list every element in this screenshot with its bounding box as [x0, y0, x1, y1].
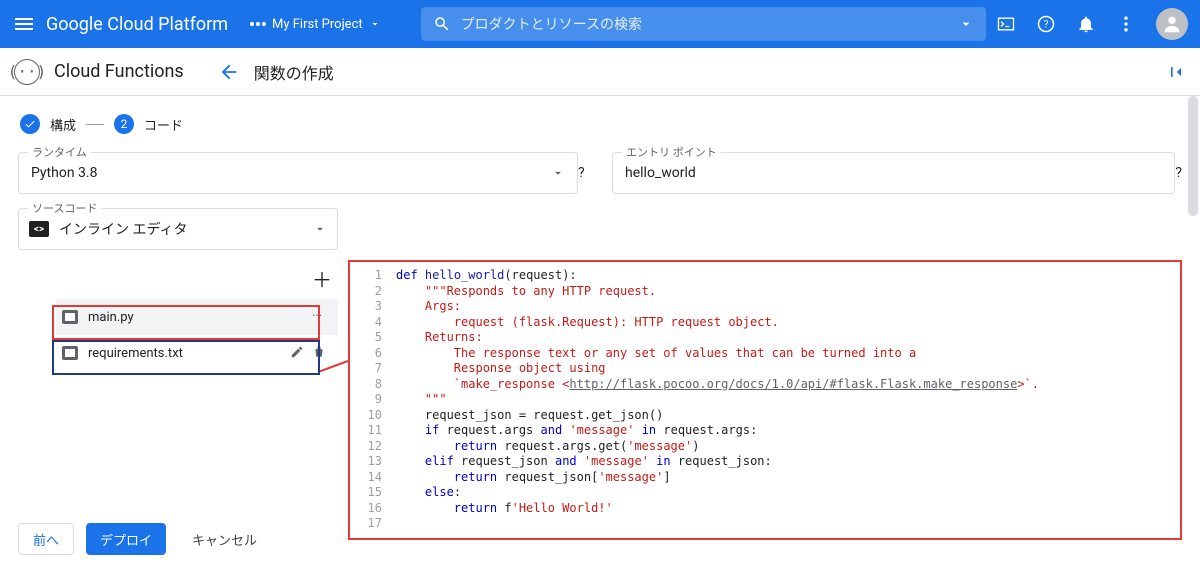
project-name: My First Project	[272, 17, 363, 32]
project-dots-icon	[250, 22, 266, 26]
deploy-button[interactable]: デプロイ	[86, 523, 166, 555]
arrow-back-icon	[218, 61, 240, 83]
main-area: ＋ main.py ··· requirements.txt 123456789…	[0, 250, 1200, 540]
file-icon	[62, 310, 78, 324]
cancel-button[interactable]: キャンセル	[178, 523, 271, 555]
page-title: 関数の作成	[254, 60, 334, 84]
search-input[interactable]	[461, 16, 948, 32]
add-file-button[interactable]: ＋	[312, 264, 332, 293]
code-content[interactable]: def hello_world(request): """Responds to…	[350, 262, 1180, 538]
notifications-icon[interactable]	[1076, 14, 1096, 34]
step1-check-icon[interactable]	[20, 114, 40, 134]
file-item-main-py[interactable]: main.py ···	[56, 299, 338, 335]
topbar: Google Cloud Platform My First Project ?	[0, 0, 1200, 48]
collapse-icon	[1166, 62, 1186, 82]
more-vert-icon[interactable]	[1116, 14, 1136, 34]
help-icon[interactable]: ?	[1036, 14, 1056, 34]
back-button[interactable]	[218, 61, 240, 83]
code-icon: <>	[29, 221, 49, 237]
runtime-field: ランタイム Python 3.8	[18, 152, 578, 194]
person-icon	[1161, 13, 1183, 35]
brand-name[interactable]: Google Cloud Platform	[46, 14, 228, 35]
runtime-help-icon[interactable]: ?	[578, 165, 585, 181]
bottom-bar: 前へ デプロイ キャンセル	[18, 523, 271, 555]
entrypoint-value: hello_world	[625, 165, 1162, 181]
entrypoint-field: エントリ ポイント hello_world	[612, 152, 1175, 194]
menu-icon[interactable]	[12, 12, 36, 36]
more-icon[interactable]: ···	[312, 309, 328, 325]
runtime-value: Python 3.8	[31, 165, 551, 181]
stepper-line	[86, 124, 104, 125]
file-icon	[62, 346, 78, 360]
file-name: requirements.txt	[88, 346, 183, 361]
code-editor[interactable]: 1234567891011121314151617 def hello_worl…	[348, 260, 1182, 540]
cloud-shell-icon[interactable]	[996, 14, 1016, 34]
delete-icon[interactable]	[312, 345, 328, 361]
top-utility-icons: ?	[996, 8, 1188, 40]
scrollbar[interactable]	[1188, 96, 1198, 216]
entrypoint-label: エントリ ポイント	[622, 144, 721, 160]
runtime-label: ランタイム	[28, 144, 91, 160]
source-label: ソースコード	[28, 200, 101, 216]
source-row: ソースコード <> インライン エディタ	[0, 194, 1200, 250]
cloud-functions-logo-icon: (··)	[14, 59, 40, 85]
source-field: ソースコード <> インライン エディタ	[18, 208, 338, 250]
back-button[interactable]: 前へ	[18, 523, 74, 555]
chevron-down-icon[interactable]	[958, 16, 974, 32]
caret-down-icon	[369, 18, 381, 30]
project-picker[interactable]: My First Project	[250, 17, 381, 32]
entrypoint-help-icon[interactable]: ?	[1175, 165, 1182, 181]
svg-text:?: ?	[1044, 19, 1049, 30]
source-value: インライン エディタ	[59, 219, 188, 239]
file-item-requirements[interactable]: requirements.txt	[56, 335, 338, 371]
file-name: main.py	[88, 310, 134, 325]
line-gutter: 1234567891011121314151617	[350, 262, 390, 538]
caret-down-icon	[313, 222, 327, 236]
step1-label[interactable]: 構成	[50, 115, 76, 134]
stepper: 構成 2 コード	[0, 96, 1200, 152]
file-list: main.py ··· requirements.txt	[18, 299, 338, 371]
search-icon	[433, 15, 451, 33]
editor-highlight-box: 1234567891011121314151617 def hello_worl…	[348, 260, 1182, 540]
edit-icon[interactable]	[290, 345, 306, 361]
step2-label[interactable]: コード	[144, 115, 183, 134]
runtime-select[interactable]: Python 3.8	[18, 152, 578, 194]
avatar[interactable]	[1156, 8, 1188, 40]
caret-down-icon	[551, 166, 565, 180]
search-box[interactable]	[421, 7, 986, 41]
service-name[interactable]: Cloud Functions	[54, 61, 184, 82]
service-bar: (··) Cloud Functions 関数の作成	[0, 48, 1200, 96]
collapse-panel-button[interactable]	[1166, 62, 1186, 82]
file-sidebar: ＋ main.py ··· requirements.txt	[18, 260, 338, 540]
form-row: ランタイム Python 3.8 ? エントリ ポイント hello_world…	[0, 152, 1200, 194]
step2-number[interactable]: 2	[114, 114, 134, 134]
